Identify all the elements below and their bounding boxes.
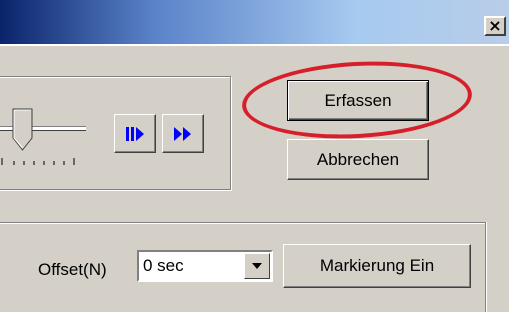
offset-value: 0 sec (143, 256, 184, 275)
marker-on-button[interactable]: Markierung Ein (283, 244, 471, 288)
title-bar (0, 0, 509, 44)
fast-forward-button[interactable] (162, 114, 204, 153)
step-forward-button[interactable] (114, 114, 156, 153)
title-bar-divider (0, 44, 509, 46)
offset-dropdown[interactable]: 0 sec (137, 250, 273, 282)
position-slider-thumb[interactable] (12, 108, 34, 152)
cancel-button[interactable]: Abbrechen (287, 139, 429, 180)
chevron-down-icon (252, 263, 262, 269)
dropdown-arrow-button[interactable] (244, 253, 270, 279)
close-button[interactable]: × (484, 16, 506, 36)
slider-ticks (1, 158, 75, 165)
step-forward-icon (126, 126, 144, 141)
close-icon: × (488, 16, 502, 35)
capture-button[interactable]: Erfassen (287, 80, 429, 121)
offset-label: Offset(N) (38, 260, 107, 279)
fast-forward-icon (174, 126, 191, 141)
